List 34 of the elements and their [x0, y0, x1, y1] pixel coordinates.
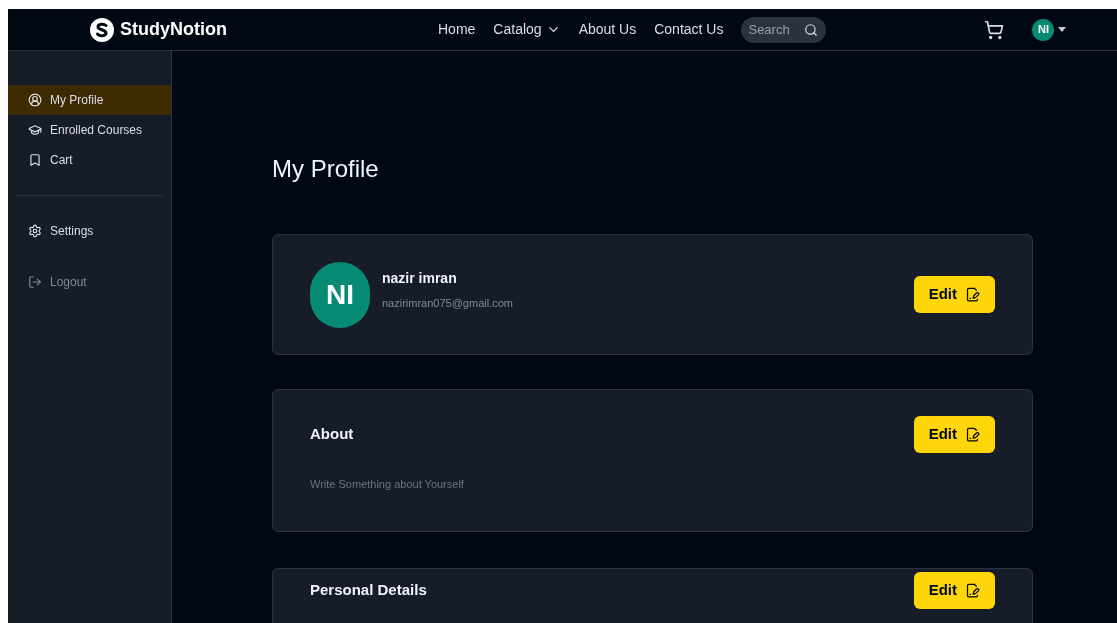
edit-button[interactable]: Edit [913, 416, 995, 453]
nav-link[interactable]: Home [438, 19, 476, 40]
user-name: nazir imran [382, 268, 458, 288]
edit-button[interactable]: Edit [913, 276, 995, 313]
page-title: My Profile [272, 154, 380, 184]
nav-link[interactable]: Catalog [493, 19, 561, 40]
logo-icon [90, 17, 114, 42]
nav-link[interactable]: About Us [578, 19, 637, 40]
edit-button[interactable]: Edit [913, 572, 995, 609]
sidebar-item[interactable]: Enrolled Courses [8, 115, 171, 145]
caret-icon[interactable] [1058, 27, 1067, 32]
edit-icon [965, 427, 980, 442]
profile-icon [28, 93, 42, 107]
graduation-cap-icon [28, 123, 42, 137]
profile-avatar: NI [310, 261, 370, 328]
user-avatar[interactable]: NI [1032, 18, 1055, 41]
sidebar-item[interactable]: Cart [8, 145, 171, 175]
search-field[interactable]: Search [741, 16, 827, 43]
settings-icon [28, 224, 42, 238]
search-icon[interactable] [804, 22, 819, 37]
section-title: About [310, 424, 354, 445]
logout-icon [28, 275, 42, 289]
sidebar-item[interactable]: My Profile [8, 85, 171, 115]
edit-icon [965, 287, 980, 302]
sidebar-item[interactable]: Settings [8, 216, 171, 246]
user-email: nazirimran075@gmail.com [382, 295, 513, 311]
nav-link[interactable]: Contact Us [654, 19, 724, 40]
cart-icon[interactable] [984, 19, 1005, 40]
about-text: Write Something about Yourself [310, 477, 465, 492]
bookmark-icon [28, 153, 42, 167]
edit-icon [965, 583, 980, 598]
logout-button[interactable]: Logout [8, 267, 171, 297]
section-title: Personal Details [310, 580, 427, 601]
logo-text: StudyNotion [120, 18, 227, 41]
